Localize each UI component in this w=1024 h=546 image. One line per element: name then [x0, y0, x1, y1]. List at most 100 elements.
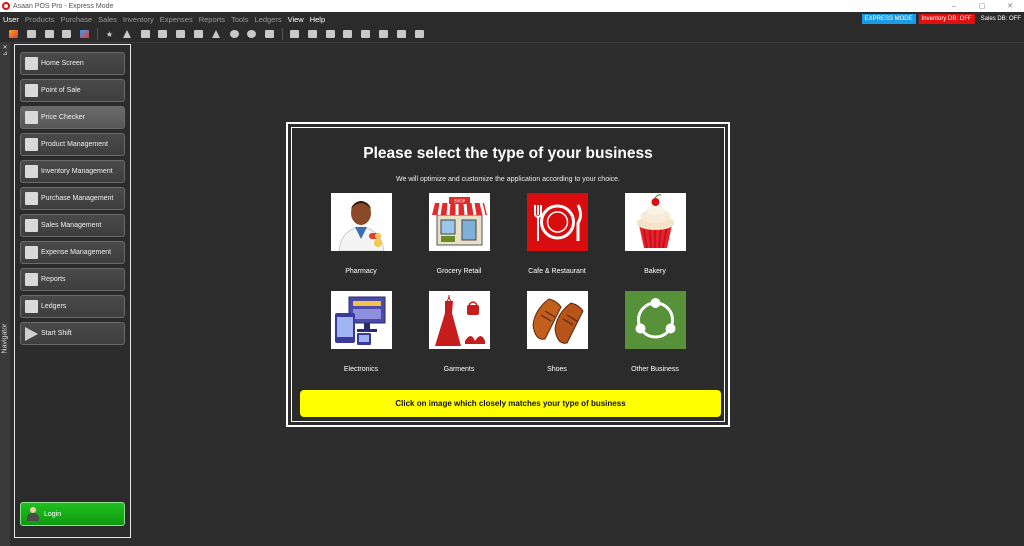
toolbar-folder-open-icon[interactable]	[414, 29, 425, 39]
sidebar-item-purchase-management[interactable]: Purchase Management	[20, 187, 125, 210]
toolbar-network-icon[interactable]	[122, 29, 133, 39]
toolbar-settings-icon[interactable]	[246, 29, 257, 39]
dress-icon	[429, 291, 490, 349]
business-label-other-business[interactable]: Other Business	[605, 366, 705, 373]
menu-inventory[interactable]: Inventory	[120, 15, 157, 24]
menu-ledgers[interactable]: Ledgers	[251, 15, 284, 24]
toolbar-puzzle-icon[interactable]	[157, 29, 168, 39]
toolbar-card-icon[interactable]	[378, 29, 389, 39]
title-bar: Asaan POS Pro - Express Mode – ▢ ✕	[0, 0, 1024, 12]
wallet-icon	[25, 246, 38, 259]
menu-bar: User Products Purchase Sales Inventory E…	[0, 12, 1024, 26]
business-tile-other-business[interactable]	[625, 291, 686, 349]
sidebar: Home Screen Point of Sale Price Checker …	[14, 44, 131, 538]
express-mode-badge[interactable]: EXPRESS MODE	[861, 14, 916, 24]
maximize-button[interactable]: ▢	[968, 2, 996, 10]
clipboard-icon	[25, 192, 38, 205]
sidebar-item-start-shift[interactable]: Start Shift	[20, 322, 125, 345]
pos-terminal-icon	[25, 84, 38, 97]
cupcake-icon	[625, 193, 686, 251]
business-tile-pharmacy[interactable]	[331, 193, 392, 251]
business-tile-grocery-retail[interactable]: SHOP	[429, 193, 490, 251]
sidebar-item-ledgers[interactable]: Ledgers	[20, 295, 125, 318]
menu-sales[interactable]: Sales	[95, 15, 120, 24]
devices-icon	[331, 291, 392, 349]
toolbar-boxes-icon[interactable]	[175, 29, 186, 39]
sidebar-item-label: Expense Management	[41, 249, 112, 256]
plate-cutlery-icon	[527, 193, 588, 251]
menu-products[interactable]: Products	[22, 15, 58, 24]
login-button[interactable]: Login	[20, 502, 125, 526]
menu-user[interactable]: User	[0, 15, 22, 24]
instruction-banner: Click on image which closely matches you…	[300, 390, 721, 417]
report-icon	[25, 273, 38, 286]
sidebar-item-inventory-management[interactable]: Inventory Management	[20, 160, 125, 183]
window-title: Asaan POS Pro - Express Mode	[13, 2, 114, 10]
toolbar-database-icon[interactable]	[264, 29, 275, 39]
toolbar-tag-icon[interactable]	[193, 29, 204, 39]
business-tile-shoes[interactable]	[527, 291, 588, 349]
business-type-dialog: Please select the type of your business …	[286, 122, 730, 427]
toolbar-stack-icon[interactable]	[342, 29, 353, 39]
barcode-icon	[25, 111, 38, 124]
toolbar-star-icon[interactable]: ★	[104, 29, 115, 39]
toolbar-org-icon[interactable]	[307, 29, 318, 39]
toolbar-users-icon[interactable]	[289, 29, 300, 39]
sidebar-item-expense-management[interactable]: Expense Management	[20, 241, 125, 264]
sidebar-item-label: Reports	[41, 276, 66, 283]
business-tile-electronics[interactable]	[331, 291, 392, 349]
app-logo-icon	[2, 2, 10, 10]
toolbar-document-icon[interactable]	[140, 29, 151, 39]
boxes-icon	[25, 165, 38, 178]
business-label-garments[interactable]: Garments	[409, 366, 509, 373]
sidebar-item-point-of-sale[interactable]: Point of Sale	[20, 79, 125, 102]
business-label-bakery[interactable]: Bakery	[605, 268, 705, 275]
toolbar-exit-icon[interactable]	[26, 29, 37, 39]
toolbar-user-icon[interactable]	[8, 29, 19, 39]
sidebar-item-label: Home Screen	[41, 60, 84, 67]
toolbar-home-icon[interactable]	[61, 29, 72, 39]
sidebar-item-sales-management[interactable]: Sales Management	[20, 214, 125, 237]
menu-reports[interactable]: Reports	[196, 15, 228, 24]
sidebar-item-label: Start Shift	[41, 330, 72, 337]
share-network-icon	[625, 291, 686, 349]
menu-purchase[interactable]: Purchase	[57, 15, 95, 24]
toolbar-separator	[281, 28, 283, 40]
toolbar-folder-icon[interactable]	[396, 29, 407, 39]
business-label-shoes[interactable]: Shoes	[507, 366, 607, 373]
business-label-pharmacy[interactable]: Pharmacy	[311, 268, 411, 275]
navigator-label[interactable]: Navigator	[2, 312, 9, 366]
dialog-panel: Please select the type of your business …	[291, 127, 725, 422]
business-tile-bakery[interactable]	[625, 193, 686, 251]
shoes-icon	[527, 291, 588, 349]
sidebar-item-reports[interactable]: Reports	[20, 268, 125, 291]
menu-tools[interactable]: Tools	[228, 15, 252, 24]
toolbar-receipt-icon[interactable]	[360, 29, 371, 39]
toolbar: ★	[0, 26, 1024, 43]
sidebar-item-home-screen[interactable]: Home Screen	[20, 52, 125, 75]
inventory-db-badge[interactable]: Inventory DB: OFF	[918, 14, 975, 24]
menu-expenses[interactable]: Expenses	[157, 15, 196, 24]
business-label-electronics[interactable]: Electronics	[311, 366, 411, 373]
bar-chart-icon	[25, 219, 38, 232]
business-label-cafe-restaurant[interactable]: Cafe & Restaurant	[507, 268, 607, 275]
minimize-button[interactable]: –	[940, 3, 968, 10]
toolbar-coin-icon[interactable]	[229, 29, 240, 39]
business-tile-garments[interactable]	[429, 291, 490, 349]
sidebar-item-product-management[interactable]: Product Management	[20, 133, 125, 156]
sidebar-item-label: Inventory Management	[41, 168, 113, 175]
close-button[interactable]: ✕	[996, 2, 1024, 10]
menu-help[interactable]: Help	[307, 15, 328, 24]
toolbar-chart-icon[interactable]	[211, 29, 222, 39]
business-tile-cafe-restaurant[interactable]	[527, 193, 588, 251]
business-label-grocery-retail[interactable]: Grocery Retail	[409, 268, 509, 275]
sales-db-badge[interactable]: Sales DB: OFF	[978, 14, 1024, 24]
sidebar-item-price-checker[interactable]: Price Checker	[20, 106, 125, 129]
toolbar-separator	[96, 28, 98, 40]
toolbar-switch-icon[interactable]	[79, 29, 90, 39]
menu-view[interactable]: View	[285, 15, 307, 24]
toolbar-layers-icon[interactable]	[325, 29, 336, 39]
dialog-subtitle: We will optimize and customize the appli…	[396, 176, 620, 183]
toolbar-pos-icon[interactable]	[44, 29, 55, 39]
pin-icon[interactable]: ✕ ⊿	[1, 45, 9, 57]
